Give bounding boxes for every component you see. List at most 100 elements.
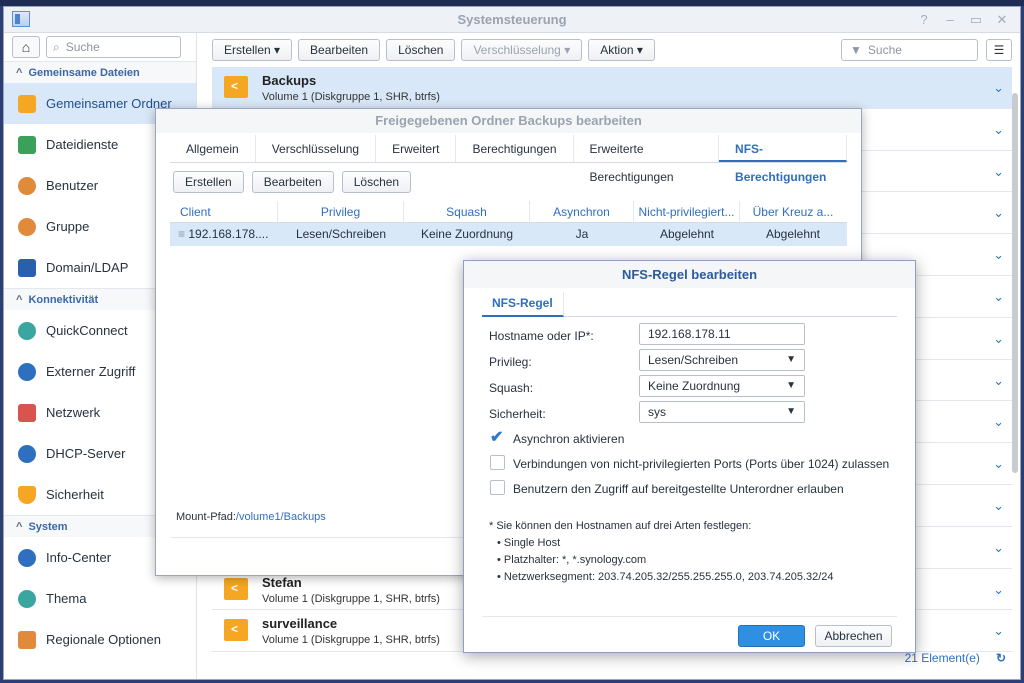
close-icon[interactable]: ✕ [994,7,1010,33]
nonpriv-ports-checkbox[interactable] [490,455,505,470]
control-panel-app-icon [12,11,30,27]
folder-name: Stefan [262,574,302,590]
host-input[interactable]: 192.168.178.11 [639,323,805,345]
drag-handle-icon[interactable]: ≡ [178,227,188,241]
privileg-select[interactable]: Lesen/Schreiben ▼ [639,349,805,371]
hostname-note-segment: • Netzwerksegment: 203.74.205.32/255.255… [497,571,834,583]
table-row[interactable]: ≡ 192.168.178.... Lesen/Schreiben Keine … [170,223,847,246]
filter-icon: ▼ [850,43,862,57]
hostname-note-single: • Single Host [497,537,561,549]
chevron-down-icon[interactable]: ⌄ [993,331,1004,347]
security-select[interactable]: sys ▼ [639,401,805,423]
async-label: Asynchron aktivieren [513,432,625,446]
file-services-icon [18,135,36,154]
domain-icon [18,258,36,277]
chevron-down-icon[interactable]: ⌄ [993,414,1004,430]
mount-path: Mount-Pfad:/volume1/Backups [176,511,326,523]
filter-search-input[interactable]: ▼ Suche [841,39,978,61]
chevron-down-icon[interactable]: ⌄ [993,247,1004,263]
subfolder-label: Benutzern den Zugriff auf bereitgestellt… [513,482,844,496]
nfs-rule-dialog: NFS-Regel bearbeiten NFS-Regel Hostname … [463,260,916,653]
shield-icon [18,485,36,504]
folder-name: surveillance [262,616,338,632]
share-dialog-tabs: Allgemein Verschlüsselung Erweitert Bere… [170,135,847,184]
nfs-edit-button[interactable]: Bearbeiten [251,171,334,193]
shared-folder-icon [18,94,36,113]
tab-nfs-permissions[interactable]: NFS-Berechtigungen [719,135,847,184]
globe-icon [18,362,36,381]
chevron-down-icon[interactable]: ⌄ [993,80,1004,96]
col-nonpriv[interactable]: Nicht-privilegiert... [634,201,740,222]
maximize-icon[interactable]: ▭ [968,7,984,33]
squash-label: Squash: [489,381,534,395]
folder-volume: Volume 1 (Diskgruppe 1, SHR, btrfs) [262,634,440,647]
dropdown-arrow-icon: ▼ [786,406,796,417]
chevron-down-icon[interactable]: ⌄ [993,623,1004,639]
chevron-down-icon[interactable]: ⌄ [993,373,1004,389]
chevron-down-icon[interactable]: ⌄ [993,122,1004,138]
subfolder-checkbox[interactable] [490,480,505,495]
async-checkbox[interactable]: ✔ [490,430,505,446]
tab-advanced[interactable]: Erweitert [376,135,457,162]
chevron-down-icon[interactable]: ⌄ [993,498,1004,514]
col-crossmount[interactable]: Über Kreuz a... [740,201,846,222]
tab-advanced-permissions[interactable]: Erweiterte Berechtigungen [574,135,720,184]
folder-volume: Volume 1 (Diskgruppe 1, SHR, btrfs) [262,91,440,103]
chevron-down-icon[interactable]: ⌄ [993,582,1004,598]
folder-name: Backups [262,73,317,88]
chevron-down-icon[interactable]: ⌄ [993,289,1004,305]
shared-folder-icon [224,76,248,98]
tab-general[interactable]: Allgemein [170,135,256,162]
ok-button[interactable]: OK [738,625,805,647]
chevron-down-icon[interactable]: ⌄ [993,456,1004,472]
nfs-delete-button[interactable]: Löschen [341,171,412,193]
edit-button[interactable]: Bearbeiten [298,39,381,61]
chevron-down-icon[interactable]: ⌄ [993,164,1004,180]
tab-permissions[interactable]: Berechtigungen [456,135,574,162]
home-icon: ⌂ [21,39,31,55]
chevron-down-icon[interactable]: ⌄ [993,205,1004,221]
col-async[interactable]: Asynchron [530,201,634,222]
chevron-down-icon[interactable]: ⌄ [993,540,1004,556]
nfs-dialog-title: NFS-Regel bearbeiten [464,261,915,288]
share-dialog-title: Freigegebenen Ordner Backups bearbeiten [156,109,861,133]
col-privileg[interactable]: Privileg [278,201,404,222]
squash-select[interactable]: Keine Zuordnung ▼ [639,375,805,397]
col-client[interactable]: Client [170,201,278,222]
home-button[interactable]: ⌂ [12,36,40,58]
window-title: Systemsteuerung [457,12,567,27]
minimize-icon[interactable]: – [942,7,958,33]
security-label: Sicherheit: [489,407,546,421]
list-footer: 21 Element(e) ↻ [905,651,1006,665]
info-icon [18,548,36,567]
host-label: Hostname oder IP*: [489,329,594,343]
window-titlebar: Systemsteuerung ? – ▭ ✕ [4,7,1020,33]
nfs-create-button[interactable]: Erstellen [173,171,244,193]
cancel-button[interactable]: Abbrechen [815,625,892,647]
scrollbar[interactable] [1012,93,1018,473]
sidebar-search-input[interactable]: ⌕ Suche [46,36,181,58]
col-squash[interactable]: Squash [404,201,530,222]
action-button[interactable]: Aktion ▾ [588,39,655,61]
table-header: Client Privileg Squash Asynchron Nicht-p… [170,201,847,223]
sidebar-item-theme[interactable]: Thema [4,578,196,619]
search-icon: ⌕ [53,39,60,54]
toolbar: Erstellen ▾ Bearbeiten Löschen Verschlüs… [204,33,1020,67]
create-button[interactable]: Erstellen ▾ [212,39,293,61]
sort-button[interactable]: ☰ [986,39,1012,61]
help-icon[interactable]: ? [916,7,932,33]
tab-encryption[interactable]: Verschlüsselung [256,135,377,162]
nfs-rules-table: Client Privileg Squash Asynchron Nicht-p… [170,201,847,246]
refresh-icon[interactable]: ↻ [996,651,1006,665]
hostname-note-wildcard: • Platzhalter: *, *.synology.com [497,554,647,566]
dropdown-arrow-icon: ▼ [786,380,796,391]
encryption-button[interactable]: Verschlüsselung ▾ [461,39,583,61]
sidebar-item-regional[interactable]: Regionale Optionen [4,619,196,660]
delete-button[interactable]: Löschen [386,39,456,61]
house-icon [18,403,36,422]
tab-nfs-rule[interactable]: NFS-Regel [482,292,564,317]
section-shared-files[interactable]: ^ Gemeinsame Dateien [4,61,196,83]
dhcp-icon [18,444,36,463]
group-icon [18,217,36,236]
table-row[interactable]: Backups Volume 1 (Diskgruppe 1, SHR, btrf… [212,67,1012,109]
